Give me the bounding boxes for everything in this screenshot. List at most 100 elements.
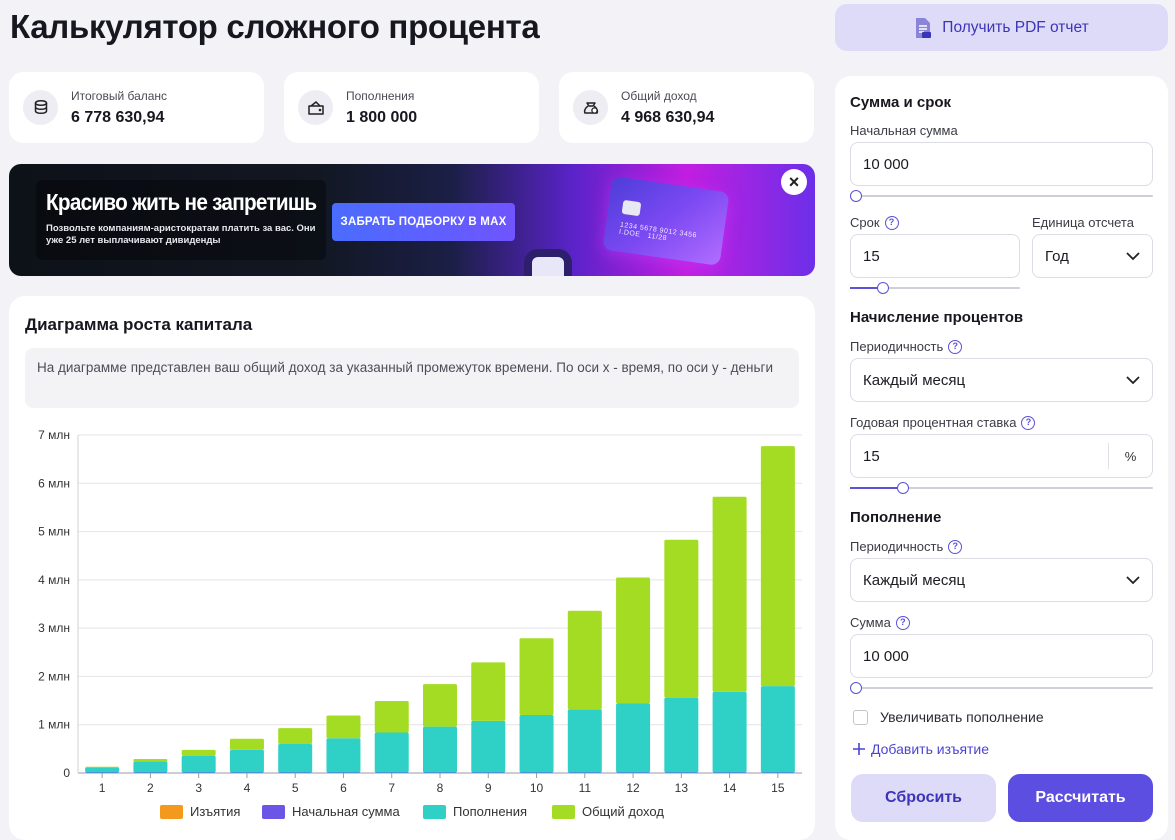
x-tick-label: 12 xyxy=(626,781,640,795)
section-interest-title: Начисление процентов xyxy=(850,309,1024,326)
increase-topup-checkbox[interactable]: Увеличивать пополнение xyxy=(853,709,1044,725)
initial-amount-input[interactable]: 10 000 xyxy=(850,142,1153,186)
term-label: Срок? xyxy=(850,215,899,230)
help-icon[interactable]: ? xyxy=(895,615,910,630)
legend-swatch xyxy=(262,805,285,819)
topup-period-label: Периодичность? xyxy=(850,539,963,554)
y-tick-label: 6 млн xyxy=(38,476,70,490)
percent-unit: % xyxy=(1108,443,1152,469)
slider-knob[interactable] xyxy=(896,482,909,494)
x-tick-label: 14 xyxy=(723,781,737,795)
slider-knob[interactable] xyxy=(876,282,889,294)
term-slider[interactable] xyxy=(850,282,1020,294)
x-tick-label: 11 xyxy=(579,781,592,795)
stat-label: Пополнения xyxy=(346,89,415,103)
pdf-report-button[interactable]: Получить PDF отчет xyxy=(835,4,1168,51)
x-tick-label: 15 xyxy=(771,781,785,795)
bar-segment xyxy=(374,732,409,773)
stat-label: Общий доход xyxy=(621,89,697,103)
help-icon[interactable]: ? xyxy=(948,539,963,554)
initial-amount-slider[interactable] xyxy=(850,190,1153,202)
banner-close-button[interactable]: × xyxy=(781,169,807,195)
stat-value: 4 968 630,94 xyxy=(621,109,715,126)
bar-segment xyxy=(760,686,795,773)
rate-input[interactable]: 15 % xyxy=(850,434,1153,478)
bar-segment xyxy=(423,684,457,727)
legend-label: Начальная сумма xyxy=(292,804,400,819)
y-tick-label: 0 xyxy=(63,766,70,780)
bar-segment xyxy=(567,610,602,710)
x-tick-label: 9 xyxy=(485,781,492,795)
promo-banner[interactable]: Красиво жить не запретишь Позвольте комп… xyxy=(9,164,815,276)
section-amount-title: Сумма и срок xyxy=(850,94,952,111)
y-tick-label: 4 млн xyxy=(38,573,70,587)
pdf-document-icon xyxy=(916,17,932,38)
legend-label: Пополнения xyxy=(453,804,527,819)
y-tick-label: 7 млн xyxy=(38,428,70,442)
slider-knob[interactable] xyxy=(850,682,862,694)
bar-segment xyxy=(85,767,120,773)
bar-segment xyxy=(326,738,361,773)
section-topup-title: Пополнение xyxy=(850,509,942,526)
reset-button[interactable]: Сбросить xyxy=(851,774,996,822)
bar-segment xyxy=(616,703,651,773)
legend-swatch xyxy=(160,805,183,819)
bar-segment xyxy=(471,662,506,721)
decorative-shape xyxy=(524,249,572,276)
bar-segment xyxy=(229,749,264,773)
bar-segment xyxy=(519,638,554,716)
bar-segment xyxy=(712,691,747,773)
help-icon[interactable]: ? xyxy=(1021,415,1036,430)
calculator-form: Сумма и срок Начальная сумма 10 000 Срок… xyxy=(835,76,1168,840)
x-tick-label: 4 xyxy=(244,781,251,795)
banner-title: Красиво жить не запретишь xyxy=(46,189,317,215)
banner-cta-button[interactable]: ЗАБРАТЬ ПОДБОРКУ В MAX xyxy=(332,203,515,241)
y-tick-label: 3 млн xyxy=(38,621,70,635)
topup-amount-slider[interactable] xyxy=(850,682,1153,694)
rate-slider[interactable] xyxy=(850,482,1153,494)
bar-segment xyxy=(471,720,506,773)
chevron-down-icon xyxy=(1126,251,1140,260)
card-number: 1234 5678 9012 3456 I.DOE 11/28 xyxy=(618,221,698,243)
coins-stack-icon xyxy=(23,90,58,125)
chart-panel: Диаграмма роста капитала На диаграмме пр… xyxy=(9,296,815,840)
stat-card-topups: Пополнения 1 800 000 xyxy=(284,72,539,143)
stat-label: Итоговый баланс xyxy=(71,89,168,103)
bar-segment xyxy=(664,539,699,698)
chevron-down-icon xyxy=(1126,375,1140,384)
bar-segment xyxy=(519,715,554,773)
bar-segment xyxy=(229,738,264,750)
topup-amount-input[interactable]: 10 000 xyxy=(850,634,1153,678)
stat-card-total-balance: Итоговый баланс 6 778 630,94 xyxy=(9,72,264,143)
add-withdrawal-link[interactable]: Добавить изъятие xyxy=(852,741,989,757)
checkbox-box[interactable] xyxy=(853,709,868,725)
unit-select[interactable]: Год xyxy=(1032,234,1153,278)
slider-knob[interactable] xyxy=(850,190,862,202)
pdf-report-label: Получить PDF отчет xyxy=(942,18,1089,36)
unit-label: Единица отсчета xyxy=(1032,215,1134,230)
wallet-icon xyxy=(298,90,333,125)
x-tick-label: 1 xyxy=(99,781,106,795)
bar-segment xyxy=(567,709,602,773)
calculate-button[interactable]: Рассчитать xyxy=(1008,774,1153,822)
y-tick-label: 2 млн xyxy=(38,669,70,683)
term-input[interactable]: 15 xyxy=(850,234,1020,278)
capital-growth-chart: 01 млн2 млн3 млн4 млн5 млн6 млн7 млн1 2 3 4… xyxy=(38,428,802,819)
x-tick-label: 10 xyxy=(530,781,544,795)
credit-card-image: 1234 5678 9012 3456 I.DOE 11/28 xyxy=(602,176,730,266)
bar-segment xyxy=(133,758,168,762)
interest-period-select[interactable]: Каждый месяц xyxy=(850,358,1153,402)
stat-card-total-income: Общий доход 4 968 630,94 xyxy=(559,72,814,143)
chevron-down-icon xyxy=(1126,575,1140,584)
x-tick-label: 13 xyxy=(675,781,689,795)
x-tick-label: 7 xyxy=(388,781,395,795)
bar-segment xyxy=(616,577,651,704)
topup-period-select[interactable]: Каждый месяц xyxy=(850,558,1153,602)
legend-swatch xyxy=(552,805,575,819)
interest-period-label: Периодичность? xyxy=(850,339,963,354)
initial-amount-label: Начальная сумма xyxy=(850,123,958,138)
help-icon[interactable]: ? xyxy=(884,215,899,230)
bar-segment xyxy=(664,697,699,773)
legend-swatch xyxy=(423,805,446,819)
help-icon[interactable]: ? xyxy=(948,339,963,354)
